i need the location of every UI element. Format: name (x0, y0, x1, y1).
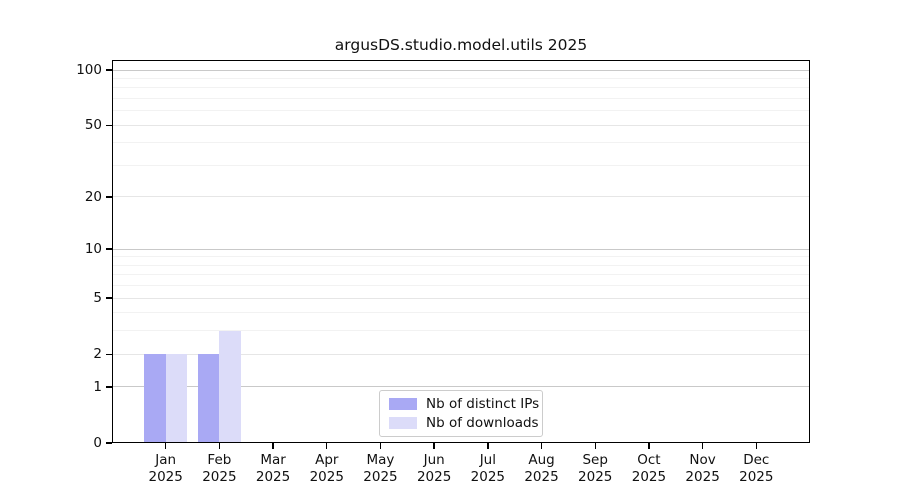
gridline-minor (112, 330, 810, 331)
gridline-major (112, 125, 810, 126)
y-axis: 0125102050100 (0, 60, 112, 443)
x-tick-mark (648, 443, 649, 449)
legend-row-distinct-ips: Nb of distinct IPs (389, 396, 533, 412)
y-tick-label: 100 (76, 61, 102, 79)
gridline-minor (112, 265, 810, 266)
legend-label-downloads: Nb of downloads (426, 415, 539, 431)
x-tick-mark (595, 443, 596, 449)
x-tick-mark (487, 443, 488, 449)
bar-nb-of-distinct-ips (144, 354, 166, 443)
x-axis: Jan2025Feb2025Mar2025Apr2025May2025Jun20… (112, 443, 810, 499)
bar-nb-of-downloads (166, 354, 188, 443)
y-tick-label: 20 (85, 188, 102, 206)
x-tick-mark (272, 443, 273, 449)
gridline-minor (112, 110, 810, 111)
y-tick-label: 2 (93, 345, 102, 363)
gridline-minor (112, 98, 810, 99)
legend-row-downloads: Nb of downloads (389, 415, 533, 431)
gridline-minor (112, 165, 810, 166)
x-tick-label-line: Dec (724, 452, 788, 469)
y-tick-label: 50 (85, 116, 102, 134)
y-tick-label: 0 (93, 434, 102, 452)
figure: argusDS.studio.model.utils 2025 0 1 2 5 10 20… (0, 0, 900, 500)
y-tick-label: 10 (85, 240, 102, 258)
x-tick-mark (165, 443, 166, 449)
gridline-minor (112, 285, 810, 286)
gridline-decade (112, 249, 810, 250)
x-tick-mark (326, 443, 327, 449)
plot-area (112, 60, 810, 443)
x-tick-mark (702, 443, 703, 449)
gridline-minor (112, 274, 810, 275)
x-tick-mark (541, 443, 542, 449)
x-tick-label-line: 2025 (724, 469, 788, 486)
gridline-minor (112, 78, 810, 79)
y-tick-label: 1 (93, 378, 102, 396)
gridline-minor (112, 87, 810, 88)
gridline-decade (112, 70, 810, 71)
chart-title: argusDS.studio.model.utils 2025 (112, 36, 810, 54)
x-tick-label: Dec2025 (724, 452, 788, 486)
gridline-major (112, 298, 810, 299)
x-tick-mark (380, 443, 381, 449)
legend-swatch-distinct-ips (389, 398, 417, 410)
bar-nb-of-downloads (219, 331, 241, 443)
gridline-minor (112, 256, 810, 257)
x-tick-mark (756, 443, 757, 449)
gridline-minor (112, 142, 810, 143)
x-tick-mark (433, 443, 434, 449)
y-tick-label: 5 (93, 289, 102, 307)
legend-label-distinct-ips: Nb of distinct IPs (426, 396, 539, 412)
x-tick-mark (219, 443, 220, 449)
legend-swatch-downloads (389, 417, 417, 429)
bar-nb-of-distinct-ips (198, 354, 220, 443)
gridline-minor (112, 312, 810, 313)
gridline-major (112, 196, 810, 197)
legend: Nb of distinct IPs Nb of downloads (379, 390, 543, 437)
